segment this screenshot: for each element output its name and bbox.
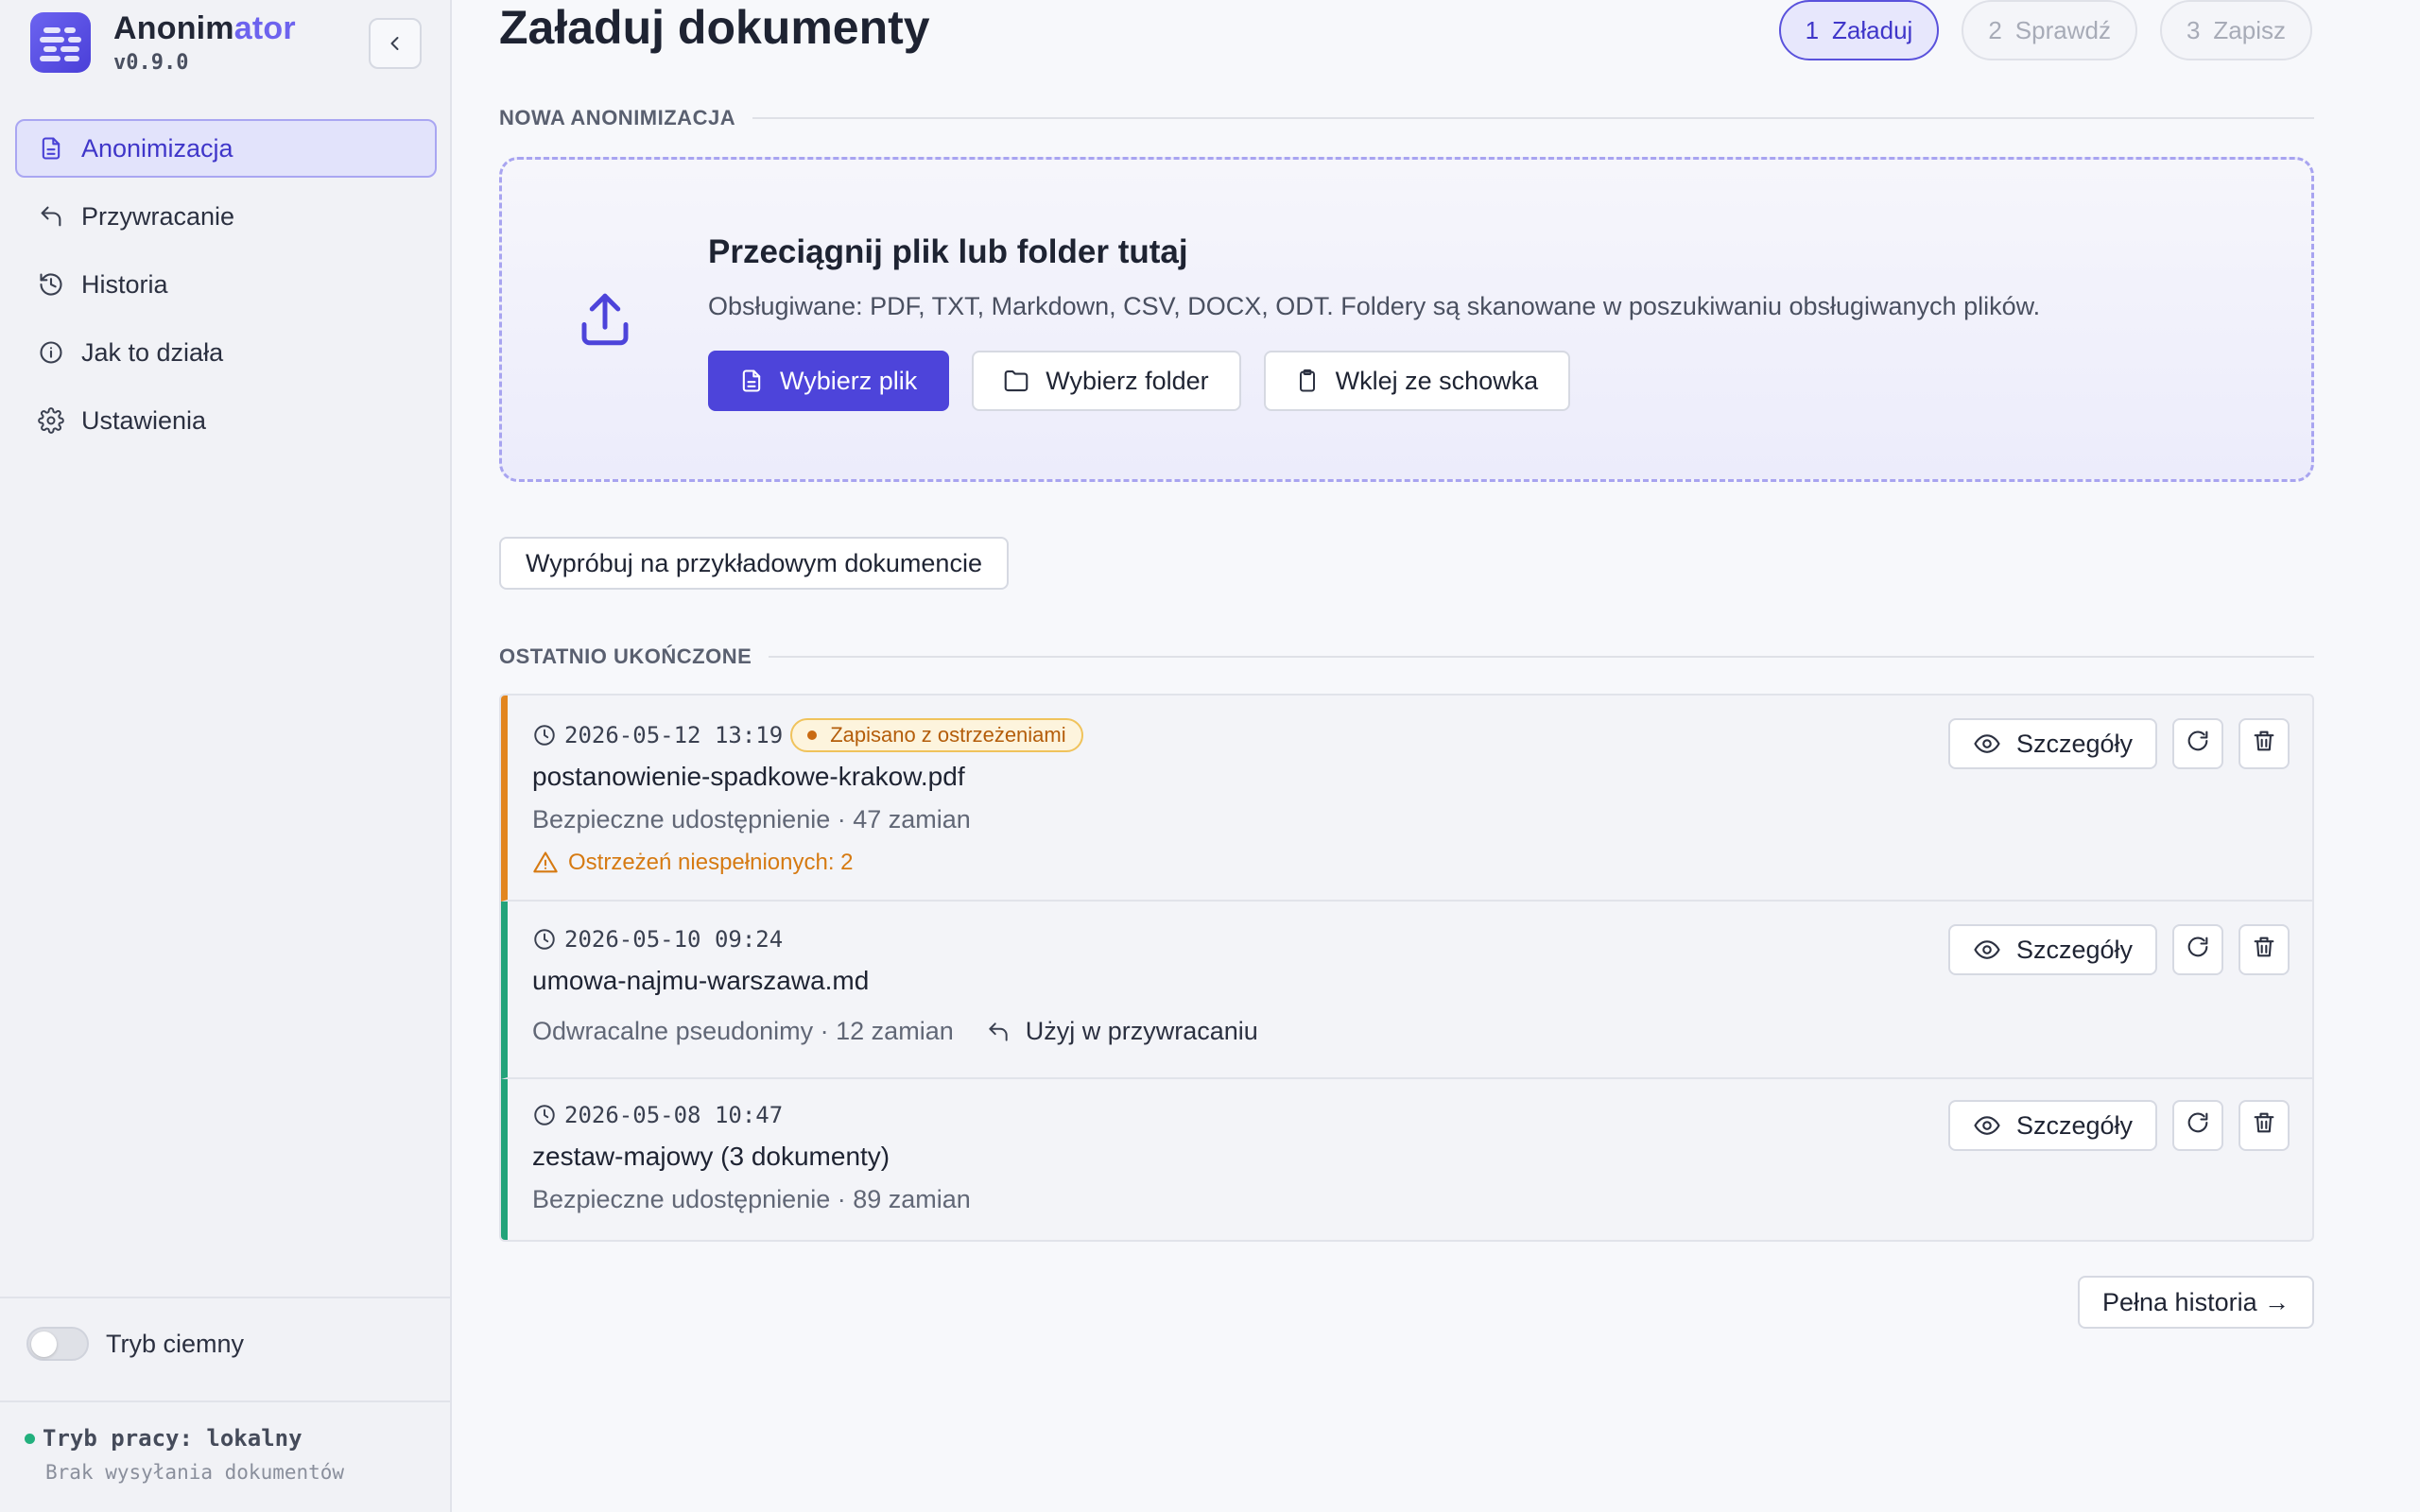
sidebar-item-anonimizacja[interactable]: Anonimizacja [15,119,437,178]
step-zapisz[interactable]: 3 Zapisz [2159,0,2312,60]
delete-button[interactable] [2238,1100,2290,1151]
sidebar-item-ustawienia[interactable]: Ustawienia [15,391,437,450]
collapse-sidebar-button[interactable] [369,18,422,69]
app-logo [30,12,91,73]
main-content: Załaduj dokumenty 1 Załaduj 2 Sprawdź 3 Zap… [452,0,2420,1512]
section-heading-new: NOWA ANONIMIZACJA [499,106,2314,130]
step-zaladuj[interactable]: 1 Załaduj [1778,0,1940,60]
page-title: Załaduj dokumenty [499,1,930,54]
rerun-button[interactable] [2172,718,2223,769]
refresh-icon [2185,934,2211,967]
section-heading-recent: OSTATNIO UKOŃCZONE [499,644,2314,669]
refresh-icon [2185,1109,2211,1143]
sidebar-nav: Anonimizacja Przywracanie Historia Jak t… [15,119,437,459]
dropzone-title: Przeciągnij plik lub folder tutaj [708,233,1188,270]
details-button[interactable]: Szczegóły [1947,1100,2157,1151]
step-sprawdz[interactable]: 2 Sprawdź [1962,0,2137,60]
sidebar-item-label: Historia [81,269,168,299]
status-dot [25,1433,35,1444]
warning-icon [532,850,559,876]
brand: Anonimator v0.9.0 [30,9,296,76]
rerun-button[interactable] [2172,924,2223,975]
sidebar-item-jak-to-dziala[interactable]: Jak to działa [15,323,437,382]
stepper: 1 Załaduj 2 Sprawdź 3 Zapisz [1778,0,2312,60]
choose-folder-button[interactable]: Wybierz folder [972,351,1241,411]
details-button[interactable]: Szczegóły [1947,924,2157,975]
choose-file-button[interactable]: Wybierz plik [708,351,950,411]
clock-icon [532,1103,557,1127]
folder-icon [1002,367,1030,395]
sidebar-item-historia[interactable]: Historia [15,255,437,314]
document-icon [738,368,765,394]
rerun-button[interactable] [2172,1100,2223,1151]
dropzone-description: Obsługiwane: PDF, TXT, Markdown, CSV, DO… [708,292,2041,320]
trash-icon [2251,1109,2277,1143]
item-datetime: 2026-05-12 13:19 [564,722,784,748]
recent-list: 2026-05-12 13:19 Zapisano z ostrzeżeniam… [499,694,2314,1242]
info-icon [36,337,66,368]
dark-mode-label: Tryb ciemny [106,1329,245,1358]
undo-icon [986,1020,1011,1044]
app-name: Anonimator [113,10,296,46]
paste-clipboard-button[interactable]: Wklej ze schowka [1263,351,1571,411]
list-item: 2026-05-10 09:24 umowa-najmu-warszawa.md… [501,902,2312,1079]
status-badge: Zapisano z ostrzeżeniami [790,718,1083,752]
item-datetime: 2026-05-08 10:47 [564,1102,784,1128]
work-mode-label: Tryb pracy: lokalny [43,1425,302,1452]
clipboard-icon [1294,368,1321,394]
clock-icon [532,927,557,952]
dark-mode-row: Tryb ciemny [26,1327,244,1361]
sidebar-item-przywracanie[interactable]: Przywracanie [15,187,437,246]
upload-icon [574,288,636,355]
trash-icon [2251,728,2277,761]
eye-icon [1973,730,2001,758]
work-mode-status: Tryb pracy: lokalny Brak wysyłania dokum… [25,1425,344,1484]
sidebar-item-label: Ustawienia [81,405,207,435]
refresh-icon [2185,728,2211,761]
list-item: 2026-05-12 13:19 Zapisano z ostrzeżeniam… [501,696,2312,902]
app-version: v0.9.0 [113,51,189,75]
document-icon [36,133,66,163]
sidebar-item-label: Anonimizacja [81,133,233,163]
chevron-left-icon [390,37,399,50]
try-sample-button[interactable]: Wypróbuj na przykładowym dokumencie [499,537,1009,590]
item-summary: Bezpieczne udostępnienie · 47 zamian [532,805,971,833]
sidebar: Anonimator v0.9.0 Anonimizacja Przywraca… [0,0,452,1512]
item-summary: Odwracalne pseudonimy · 12 zamian [532,1017,954,1045]
history-icon [36,269,66,300]
details-button[interactable]: Szczegóły [1947,718,2157,769]
trash-icon [2251,934,2277,967]
dark-mode-toggle[interactable] [26,1327,89,1361]
eye-icon [1973,1111,2001,1140]
divider [0,1400,452,1402]
sidebar-item-label: Jak to działa [81,337,224,367]
item-warning: Ostrzeżeń niespełnionych: 2 [568,850,854,875]
gear-icon [36,405,66,436]
delete-button[interactable] [2238,718,2290,769]
use-in-restore-link[interactable]: Użyj w przywracaniu [986,1017,1258,1046]
badge-dot [807,730,818,740]
eye-icon [1973,936,2001,964]
item-datetime: 2026-05-10 09:24 [564,926,784,953]
full-history-button[interactable]: Pełna historia → [2078,1276,2315,1329]
divider [0,1297,452,1298]
sidebar-item-label: Przywracanie [81,201,235,231]
item-summary: Bezpieczne udostępnienie · 89 zamian [532,1185,971,1213]
work-mode-subtitle: Brak wysyłania dokumentów [45,1461,345,1484]
file-dropzone[interactable]: Przeciągnij plik lub folder tutaj Obsług… [499,157,2314,482]
delete-button[interactable] [2238,924,2290,975]
undo-icon [36,201,66,232]
list-item: 2026-05-08 10:47 zestaw-majowy (3 dokume… [501,1079,2312,1240]
clock-icon [532,723,557,747]
